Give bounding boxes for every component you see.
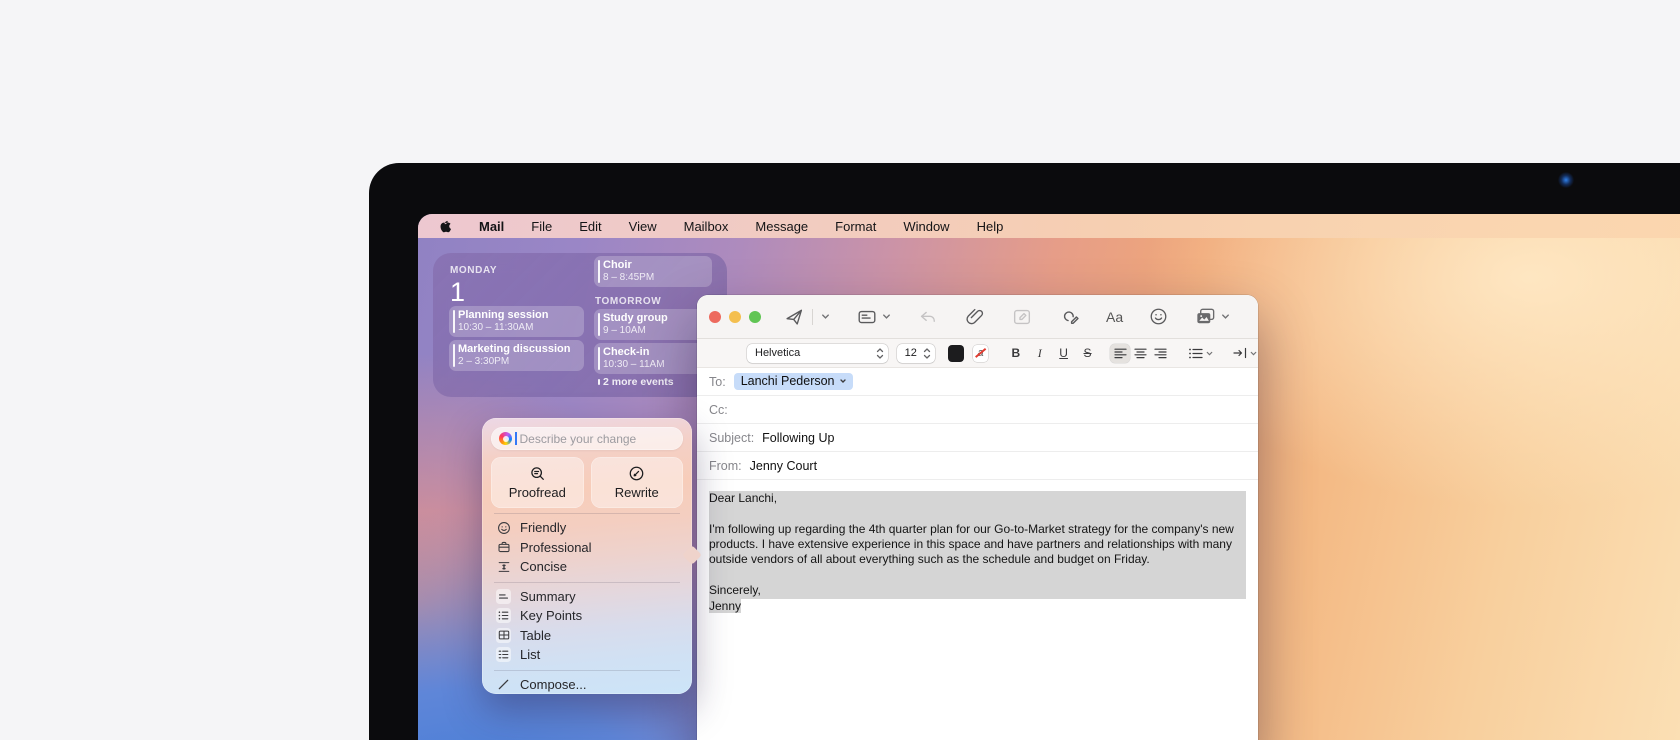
menu-item-professional[interactable]: Professional bbox=[482, 538, 692, 558]
writing-tools-icon[interactable] bbox=[1058, 305, 1081, 328]
send-options-chevron[interactable] bbox=[820, 311, 831, 322]
rewrite-button[interactable]: Rewrite bbox=[591, 457, 684, 508]
bold-button[interactable]: B bbox=[1008, 346, 1023, 360]
attach-icon[interactable] bbox=[964, 306, 986, 328]
stepper-icon bbox=[923, 347, 931, 360]
list-icon bbox=[496, 647, 511, 662]
format-icon[interactable]: Aa bbox=[1106, 309, 1123, 325]
align-right-button[interactable] bbox=[1150, 344, 1170, 363]
format-bar: Helvetica 12 a B I U S bbox=[697, 339, 1258, 368]
font-size-select[interactable]: 12 bbox=[897, 344, 935, 363]
photo-browser-icon[interactable] bbox=[1194, 305, 1217, 328]
menu-item-message[interactable]: Message bbox=[755, 219, 808, 234]
markup-icon bbox=[1011, 306, 1033, 328]
menu-item-mailbox[interactable]: Mailbox bbox=[684, 219, 729, 234]
calendar-day-number: 1 bbox=[450, 279, 465, 306]
menu-item-table[interactable]: Table bbox=[482, 626, 692, 646]
calendar-event[interactable]: Study group 9 – 10AM bbox=[594, 309, 712, 340]
compose-icon bbox=[496, 677, 511, 692]
proofread-icon bbox=[529, 465, 546, 482]
zoom-button[interactable] bbox=[749, 311, 761, 323]
subject-field[interactable]: Subject: Following Up bbox=[697, 424, 1258, 452]
chevron-down-icon bbox=[1205, 349, 1214, 358]
apple-intelligence-icon bbox=[499, 432, 512, 445]
chevron-down-icon bbox=[839, 377, 847, 385]
menu-bar: Mail File Edit View Mailbox Message Form… bbox=[418, 214, 1680, 238]
close-button[interactable] bbox=[709, 311, 721, 323]
align-center-button[interactable] bbox=[1130, 344, 1150, 363]
describe-change-input[interactable]: Describe your change bbox=[491, 427, 683, 450]
mac-screen: Mail File Edit View Mailbox Message Form… bbox=[418, 214, 1680, 740]
menu-item-file[interactable]: File bbox=[531, 219, 552, 234]
calendar-widget[interactable]: MONDAY 1 Planning session 10:30 – 11:30A… bbox=[433, 253, 727, 397]
stepper-icon bbox=[876, 347, 884, 360]
calendar-day-label: MONDAY bbox=[450, 265, 497, 276]
professional-icon bbox=[496, 540, 511, 555]
proofread-button[interactable]: Proofread bbox=[491, 457, 584, 508]
header-fields-icon[interactable] bbox=[856, 306, 878, 328]
text-caret bbox=[515, 432, 517, 445]
strikethrough-button[interactable]: S bbox=[1080, 346, 1095, 360]
input-placeholder: Describe your change bbox=[520, 432, 637, 446]
cc-field[interactable]: Cc: bbox=[697, 396, 1258, 424]
compose-toolbar: Aa bbox=[697, 295, 1258, 339]
menu-item-friendly[interactable]: Friendly bbox=[482, 518, 692, 538]
apple-menu-icon[interactable] bbox=[438, 218, 452, 234]
underline-button[interactable]: U bbox=[1056, 346, 1071, 360]
list-style-dropdown[interactable] bbox=[1189, 348, 1214, 359]
minimize-button[interactable] bbox=[729, 311, 741, 323]
divider bbox=[494, 582, 680, 583]
writing-tools-popover: Describe your change Proofread Rewrite F… bbox=[482, 418, 692, 694]
selected-text: Dear Lanchi, I'm following up regarding … bbox=[709, 491, 1246, 599]
menu-item-key-points[interactable]: Key Points bbox=[482, 606, 692, 626]
menu-item-mail[interactable]: Mail bbox=[479, 219, 504, 234]
text-color-well[interactable] bbox=[948, 345, 964, 362]
menu-item-edit[interactable]: Edit bbox=[579, 219, 601, 234]
to-field[interactable]: To: Lanchi Pederson bbox=[697, 368, 1258, 396]
reply-icon bbox=[917, 306, 939, 328]
chevron-down-icon bbox=[1249, 349, 1258, 358]
divider bbox=[494, 513, 680, 514]
mail-compose-window: Aa Helvetica bbox=[697, 295, 1258, 740]
calendar-event[interactable]: Choir 8 – 8:45PM bbox=[594, 256, 712, 287]
menu-item-view[interactable]: View bbox=[629, 219, 657, 234]
font-family-select[interactable]: Helvetica bbox=[747, 344, 888, 363]
header-fields-chevron[interactable] bbox=[881, 311, 892, 322]
summary-icon bbox=[496, 589, 511, 604]
menu-item-list[interactable]: List bbox=[482, 645, 692, 665]
camera-indicator-glow bbox=[1558, 172, 1574, 188]
emoji-icon[interactable] bbox=[1148, 306, 1169, 327]
menu-item-compose[interactable]: Compose... bbox=[482, 675, 692, 695]
calendar-event[interactable]: Check-in 10:30 – 11AM bbox=[594, 343, 712, 374]
divider bbox=[494, 670, 680, 671]
friendly-icon bbox=[496, 520, 511, 535]
window-controls bbox=[709, 311, 761, 323]
menu-item-summary[interactable]: Summary bbox=[482, 587, 692, 607]
indent-dropdown[interactable] bbox=[1233, 347, 1258, 359]
from-field[interactable]: From: Jenny Court bbox=[697, 452, 1258, 480]
calendar-event[interactable]: Planning session 10:30 – 11:30AM bbox=[449, 306, 584, 337]
menu-item-format[interactable]: Format bbox=[835, 219, 876, 234]
background-color-well[interactable]: a bbox=[973, 345, 989, 362]
recipient-token[interactable]: Lanchi Pederson bbox=[734, 373, 853, 390]
menu-item-window[interactable]: Window bbox=[903, 219, 949, 234]
calendar-event[interactable]: Marketing discussion 2 – 3:30PM bbox=[449, 340, 584, 371]
calendar-more-events[interactable]: 2 more events bbox=[594, 375, 712, 389]
key-points-icon bbox=[496, 608, 511, 623]
photo-browser-chevron[interactable] bbox=[1220, 311, 1231, 322]
rewrite-icon bbox=[628, 465, 645, 482]
menu-item-concise[interactable]: Concise bbox=[482, 557, 692, 577]
message-body[interactable]: Dear Lanchi, I'm following up regarding … bbox=[697, 480, 1258, 625]
selected-signature: Jenny bbox=[709, 599, 741, 613]
concise-icon bbox=[496, 559, 511, 574]
calendar-tomorrow-label: TOMORROW bbox=[595, 296, 661, 307]
menu-item-help[interactable]: Help bbox=[977, 219, 1004, 234]
align-left-button[interactable] bbox=[1110, 344, 1130, 363]
italic-button[interactable]: I bbox=[1032, 346, 1047, 361]
table-icon bbox=[496, 628, 511, 643]
send-icon[interactable] bbox=[783, 306, 805, 328]
